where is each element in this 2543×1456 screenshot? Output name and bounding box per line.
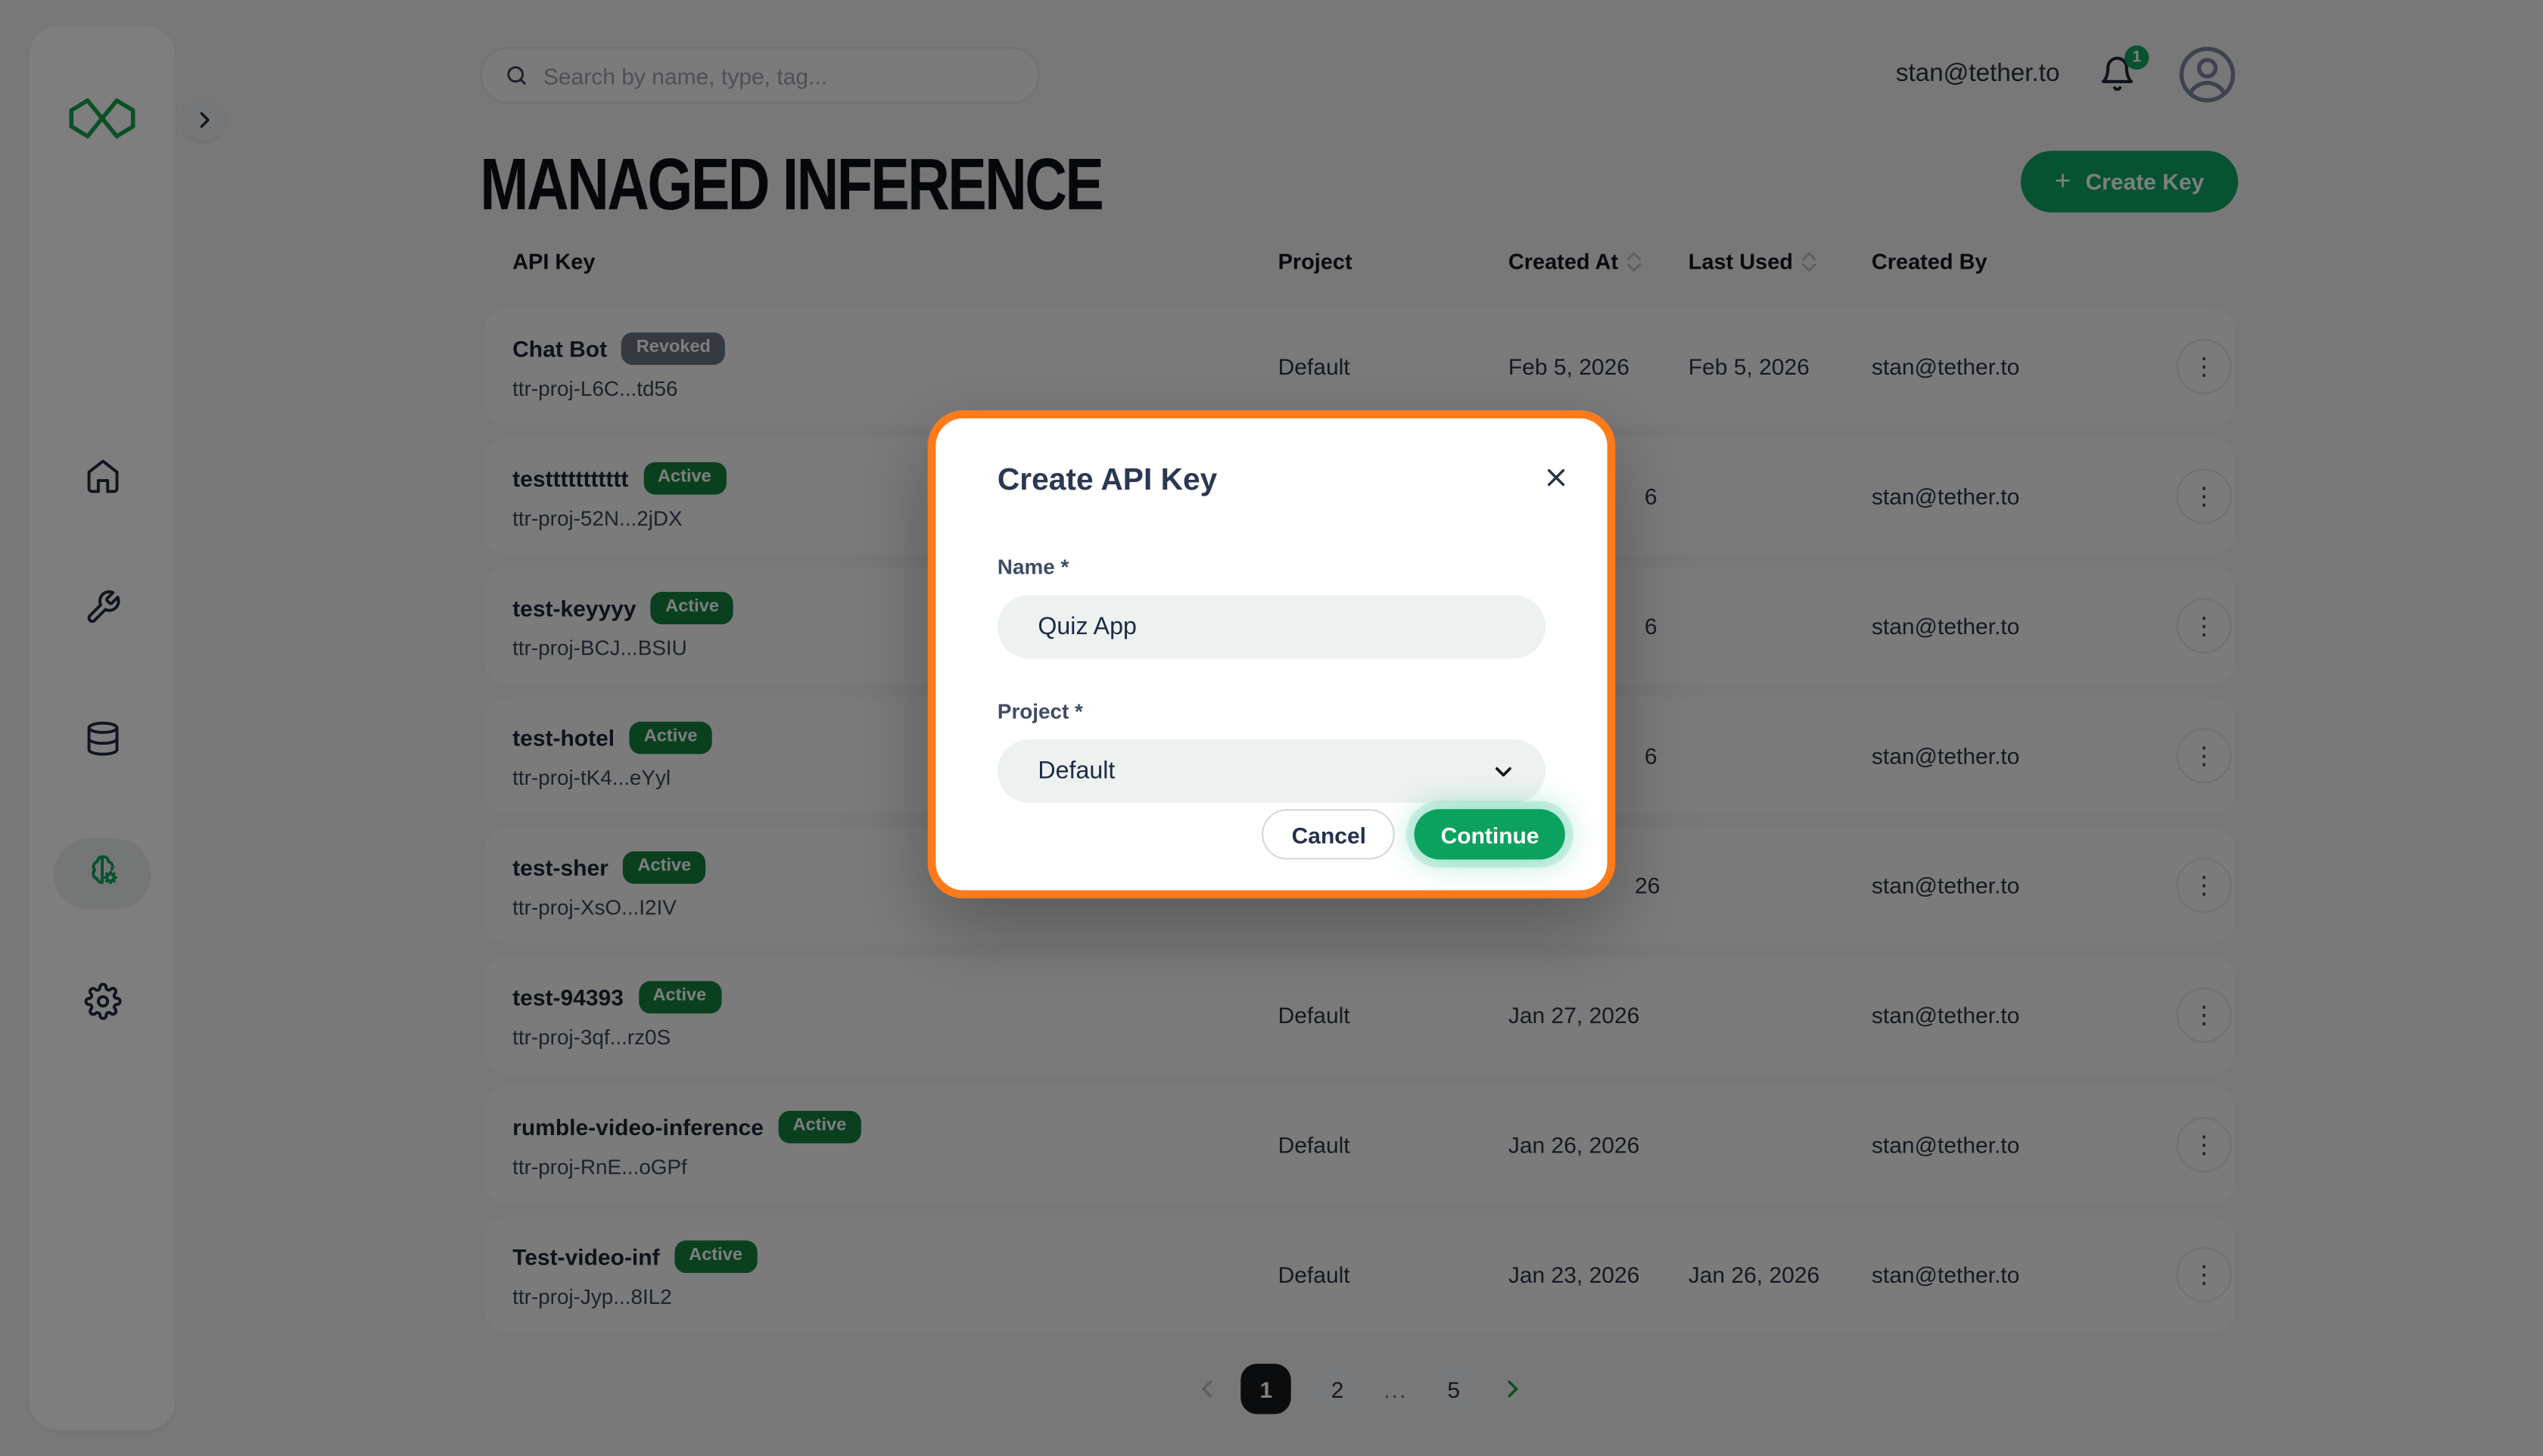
continue-button[interactable]: Continue [1415, 809, 1565, 859]
project-select-value: Default [1038, 758, 1115, 785]
chevron-down-icon [1490, 758, 1516, 784]
project-field-label: Project * [998, 699, 1545, 723]
close-icon [1543, 465, 1567, 489]
cancel-button[interactable]: Cancel [1262, 809, 1396, 859]
modal-title: Create API Key [998, 464, 1545, 499]
close-button[interactable] [1539, 461, 1572, 493]
page-background: stan@tether.to 1 MANAGED INFERENCE + Cre… [0, 0, 2543, 1456]
name-field-label: Name * [998, 555, 1545, 579]
name-input[interactable] [998, 595, 1545, 658]
project-select[interactable]: Default [998, 739, 1545, 803]
create-api-key-modal: Create API Key Name * Project * Default … [928, 410, 1616, 898]
